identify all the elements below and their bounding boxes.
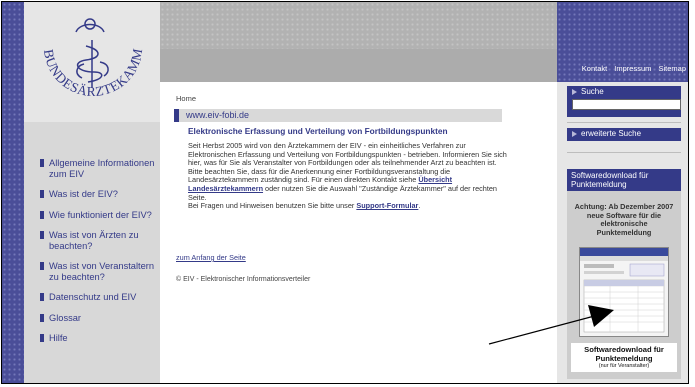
nav-item-glossar[interactable]: Glossar xyxy=(40,313,158,324)
nav-item-datenschutz[interactable]: Datenschutz und EIV xyxy=(40,292,158,303)
kontakt-link[interactable]: Kontakt xyxy=(582,64,607,73)
nav-item-aerzte[interactable]: Was ist von Ärzten zu beachten? xyxy=(40,230,158,251)
nav-item-label: Datenschutz und EIV xyxy=(49,292,137,302)
site-title-bar: www.eiv-fobi.de xyxy=(174,109,502,122)
nav-item-hilfe[interactable]: Hilfe xyxy=(40,333,158,344)
svg-text:BUNDESÄRZTEKAMMER: BUNDESÄRZTEKAMMER xyxy=(24,2,145,99)
right-sidebar: Suche erweiterte Suche Softwaredownload … xyxy=(557,82,688,383)
divider xyxy=(567,152,681,153)
nav-item-label: Was ist der EIV? xyxy=(49,189,118,199)
sitemap-link[interactable]: Sitemap xyxy=(658,64,686,73)
browser-page: BUNDESÄRZTEKAMMER Allgemeine Information… xyxy=(1,1,689,384)
search-input[interactable] xyxy=(572,99,681,110)
back-to-top-link[interactable]: zum Anfang der Seite xyxy=(176,253,246,262)
software-download-title: Softwaredownload für Punktemeldung xyxy=(567,169,681,191)
nav-item-veranstalter[interactable]: Was ist von Veranstaltern zu beachten? xyxy=(40,261,158,282)
main-content: Home www.eiv-fobi.de Elektronische Erfas… xyxy=(160,82,557,383)
logo-text: BUNDESÄRZTEKAMMER xyxy=(24,2,145,99)
software-caption-sub: (nur für Veranstalter) xyxy=(598,363,650,369)
nav-item-label: Was ist von Ärzten zu beachten? xyxy=(49,230,139,251)
intro-text: Seit Herbst 2005 wird von den Ärztekamme… xyxy=(188,141,510,211)
software-screenshot-thumbnail[interactable] xyxy=(579,247,669,337)
header-pattern xyxy=(160,2,557,49)
para3-text: Bei Fragen und Hinweisen benutzen Sie bi… xyxy=(188,201,357,211)
software-window-icon xyxy=(580,248,668,333)
nav-bullet-icon xyxy=(40,210,44,219)
software-download-link[interactable]: Softwaredownload für Punktemeldung (nur … xyxy=(571,343,677,372)
nav-item-label: Glossar xyxy=(49,312,82,323)
footer-copyright: © EIV - Elektronischer Informationsverte… xyxy=(176,276,311,283)
nav-item-wie-funktioniert[interactable]: Wie funktioniert der EIV? xyxy=(40,210,158,221)
software-notice: Achtung: Ab Dezember 2007 neue Software … xyxy=(574,202,674,237)
divider xyxy=(567,122,681,123)
nav-bullet-icon xyxy=(40,159,44,167)
left-stripe-pattern xyxy=(2,2,24,383)
intro-paragraph-3: Bei Fragen und Hinweisen benutzen Sie bi… xyxy=(188,201,510,211)
search-label-row: Suche xyxy=(567,86,681,99)
search-label: Suche xyxy=(581,87,604,96)
header-banner xyxy=(160,2,557,82)
nav-item-was-ist-der-eiv[interactable]: Was ist der EIV? xyxy=(40,189,158,200)
left-column: BUNDESÄRZTEKAMMER Allgemeine Information… xyxy=(2,2,160,383)
header-right: Kontakt Impressum Sitemap xyxy=(557,2,688,82)
para2-text: Bitte beachten Sie, dass für die Anerken… xyxy=(188,166,451,185)
nav-item-label: Allgemeine Informationen zum EIV xyxy=(49,158,155,179)
arrow-right-icon xyxy=(572,89,577,95)
title-bar-accent xyxy=(174,109,179,122)
para3-text-end: . xyxy=(418,201,421,211)
nav-bullet-icon xyxy=(40,313,44,322)
nav-item-allgemeine-informationen[interactable]: Allgemeine Informationen zum EIV xyxy=(40,158,158,179)
intro-paragraph-2: Bitte beachten Sie, dass für die Anerken… xyxy=(188,166,510,202)
support-form-link[interactable]: Support-Formular xyxy=(356,201,418,210)
page-heading: Elektronische Erfassung und Verteilung v… xyxy=(188,126,448,136)
bundesaerztekammer-logo-icon: BUNDESÄRZTEKAMMER xyxy=(24,2,145,99)
nav-bullet-icon xyxy=(40,190,44,198)
software-download-box: Softwaredownload für Punktemeldung Achtu… xyxy=(567,169,681,379)
advanced-search-button[interactable]: erweiterte Suche xyxy=(567,128,681,141)
site-title: www.eiv-fobi.de xyxy=(186,110,250,120)
impressum-link[interactable]: Impressum xyxy=(614,64,651,73)
software-caption-main: Softwaredownload für Punktemeldung xyxy=(584,345,664,363)
nav-item-label: Was ist von Veranstaltern zu beachten? xyxy=(49,261,155,282)
nav-bullet-icon xyxy=(40,293,44,301)
advanced-search-row: erweiterte Suche xyxy=(567,128,681,141)
intro-paragraph-1: Seit Herbst 2005 wird von den Ärztekamme… xyxy=(188,141,507,168)
top-links: Kontakt Impressum Sitemap xyxy=(577,64,686,73)
nav-bullet-icon xyxy=(40,334,44,342)
nav-bullet-icon xyxy=(40,262,44,270)
left-navigation: Allgemeine Informationen zum EIV Was ist… xyxy=(40,158,158,354)
breadcrumb[interactable]: Home xyxy=(176,94,196,103)
nav-item-label: Wie funktioniert der EIV? xyxy=(49,209,152,220)
logo[interactable]: BUNDESÄRZTEKAMMER xyxy=(24,2,160,122)
nav-bullet-icon xyxy=(40,231,44,239)
arrow-right-icon xyxy=(572,131,577,137)
nav-item-label: Hilfe xyxy=(49,333,68,343)
advanced-search-label: erweiterte Suche xyxy=(581,129,642,138)
